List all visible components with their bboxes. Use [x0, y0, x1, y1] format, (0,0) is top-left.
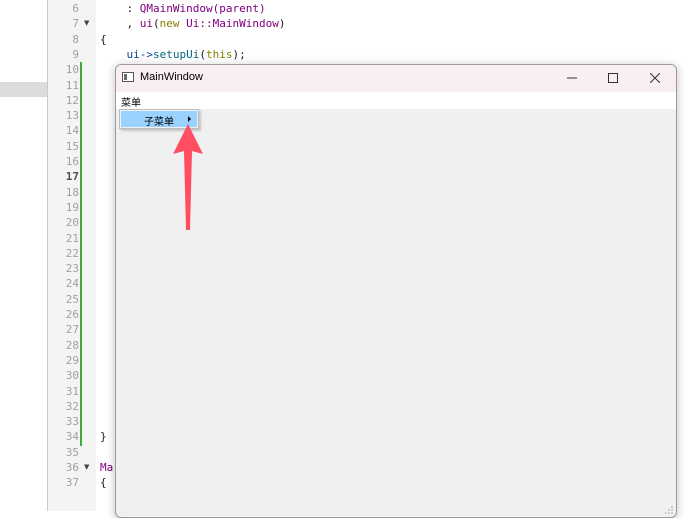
code-token: Ma	[100, 461, 114, 474]
line-number: 31	[65, 384, 79, 398]
line-number: 27	[65, 323, 79, 337]
code-token: (parent)	[212, 2, 266, 15]
line-number: 12	[65, 93, 79, 107]
maximize-button[interactable]	[593, 65, 633, 91]
line-number: 37	[65, 476, 79, 490]
line-number: 26	[65, 308, 79, 321]
code-token: Ui::	[179, 17, 213, 31]
line-number: 24	[65, 277, 79, 291]
line-number: 6	[72, 2, 79, 15]
line-number: 34	[65, 430, 79, 444]
ide-side-panel	[0, 0, 48, 511]
code-token: setupUi	[152, 47, 200, 61]
chevron-right-icon	[188, 116, 191, 122]
line-number: 36	[65, 461, 79, 474]
close-icon	[650, 73, 660, 83]
window-app-icon	[122, 72, 134, 82]
code-line: ui->setupUi(this);	[100, 47, 246, 62]
line-number: 13	[65, 109, 79, 123]
resize-grip-icon[interactable]	[665, 506, 673, 514]
line-number: 30	[65, 369, 79, 383]
code-token: this	[205, 47, 233, 61]
fold-arrow-icon[interactable]: ▼	[84, 16, 89, 31]
line-number: 32	[65, 399, 79, 413]
code-line: : QMainWindow(parent)	[100, 1, 266, 16]
code-token: MainWindow	[212, 17, 279, 31]
code-line: {	[100, 32, 107, 47]
code-token: {	[100, 476, 107, 490]
code-line: }	[100, 429, 107, 444]
code-token: (	[153, 17, 160, 31]
line-number: 21	[65, 231, 79, 245]
code-token: }	[100, 430, 107, 444]
code-line: {	[100, 475, 107, 490]
code-token: new	[159, 17, 180, 31]
code-token: ,	[100, 17, 140, 31]
line-number: 11	[65, 78, 79, 92]
line-number: 29	[65, 353, 79, 367]
maximize-icon	[608, 73, 618, 83]
line-number: 25	[65, 292, 79, 306]
code-line: Ma	[100, 460, 113, 475]
code-token: );	[232, 47, 246, 61]
menu-bar: 菜单	[116, 92, 676, 109]
change-indicator-bar	[80, 62, 82, 446]
code-token: ui	[139, 17, 153, 31]
code-token: )	[278, 17, 286, 31]
line-number: 14	[65, 124, 79, 138]
menu-caidan[interactable]: 菜单	[121, 94, 141, 109]
fold-arrow-icon[interactable]: ▼	[84, 460, 89, 475]
close-button[interactable]	[635, 65, 675, 91]
line-number: 17	[65, 170, 79, 184]
line-number: 35	[65, 445, 79, 459]
line-number: 23	[65, 262, 79, 276]
code-token: ui->	[100, 47, 153, 61]
window-title: MainWindow	[140, 71, 203, 83]
line-number: 28	[65, 338, 79, 352]
minimize-button[interactable]	[552, 65, 592, 91]
code-token: :	[100, 2, 140, 15]
minimize-icon	[567, 77, 577, 79]
line-number: 9	[72, 47, 79, 61]
code-line: , ui(new Ui::MainWindow)	[100, 16, 285, 31]
line-number: 18	[65, 185, 79, 199]
line-number: 33	[65, 415, 79, 429]
line-number: 22	[65, 246, 79, 260]
code-token: QMainWindow	[139, 2, 213, 15]
line-number: 10	[65, 63, 79, 77]
line-number: 19	[65, 200, 79, 214]
line-number: 8	[72, 32, 79, 46]
code-token: {	[100, 32, 107, 46]
line-number: 20	[65, 216, 79, 230]
line-number: 7	[72, 17, 79, 31]
code-token: (	[199, 47, 206, 61]
ide-side-panel-selection	[0, 82, 47, 97]
line-number: 16	[65, 155, 79, 168]
line-number: 15	[65, 139, 79, 153]
window-titlebar[interactable]: MainWindow	[116, 65, 676, 92]
annotation-arrow-icon	[173, 124, 203, 230]
